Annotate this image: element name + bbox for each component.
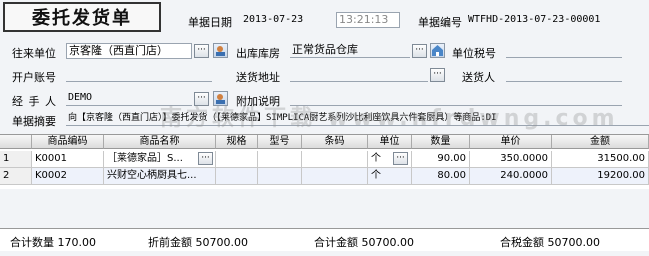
watermark: 南方软件下载 www.nfrdwng.com: [160, 106, 619, 131]
cell-model[interactable]: [258, 168, 302, 185]
cell-amount[interactable]: 31500.00: [552, 151, 649, 168]
total-qty: 合计数量 170.00: [10, 236, 96, 249]
warehouse-browse-button[interactable]: ···: [412, 44, 427, 58]
partner-browse-button[interactable]: ···: [194, 44, 209, 58]
cell-spec[interactable]: [216, 168, 258, 185]
cell-amount[interactable]: 19200.00: [552, 168, 649, 185]
total-amount: 合计金额 50700.00: [314, 236, 414, 249]
cell-price[interactable]: 350.0000: [470, 151, 552, 168]
grid-header-model[interactable]: 型号: [258, 135, 302, 149]
address-browse-button[interactable]: ···: [430, 68, 445, 82]
doc-no-value: WTFHD-2013-07-23-00001: [468, 14, 601, 25]
total-discount: 折前金额 50700.00: [148, 236, 248, 249]
address-label: 送货地址: [236, 71, 280, 84]
grid-header-qty[interactable]: 数量: [412, 135, 470, 149]
address-field[interactable]: [290, 66, 428, 82]
cell-code[interactable]: K0001: [32, 151, 104, 168]
partner-field[interactable]: 京客隆（西直门店）: [66, 43, 192, 59]
totals-bar: 合计数量 170.00 折前金额 50700.00 合计金额 50700.00 …: [0, 228, 649, 251]
warehouse-label: 出库库房: [236, 47, 280, 60]
cell-code[interactable]: K0002: [32, 168, 104, 185]
grid-header-unit[interactable]: 单位: [368, 135, 412, 149]
partner-lookup-icon[interactable]: [213, 43, 228, 58]
cell-unit[interactable]: 个: [368, 168, 412, 185]
handler-label: 经 手 人: [12, 95, 57, 108]
grid-header-index: [0, 135, 32, 149]
cell-name[interactable]: 兴财空心柄厨具七...: [104, 168, 216, 185]
unit-browse-button[interactable]: ···: [393, 152, 408, 165]
grid-header-spec[interactable]: 规格: [216, 135, 258, 149]
shipper-label: 送货人: [462, 71, 495, 84]
grid-header-code[interactable]: 商品编码: [32, 135, 104, 149]
doc-no-label: 单据编号: [418, 16, 462, 29]
shipper-field[interactable]: [506, 66, 622, 82]
grid-header-barcode[interactable]: 条码: [302, 135, 368, 149]
cell-barcode[interactable]: [302, 151, 368, 168]
form-title: 委托发货单: [3, 2, 161, 32]
total-tax-amount: 合税金额 50700.00: [500, 236, 600, 249]
items-grid: 商品编码 商品名称 规格 型号 条码 单位 数量 单价 金额 1 K0001 ［…: [0, 134, 649, 189]
tax-no-label: 单位税号: [452, 47, 496, 60]
account-field[interactable]: [66, 66, 212, 82]
date-label: 单据日期: [188, 16, 232, 29]
cell-price[interactable]: 240.0000: [470, 168, 552, 185]
name-browse-button[interactable]: ···: [198, 152, 213, 165]
partner-label: 往来单位: [12, 47, 56, 60]
row-index: 1: [0, 151, 32, 168]
cell-model[interactable]: [258, 151, 302, 168]
cell-spec[interactable]: [216, 151, 258, 168]
account-label: 开户账号: [12, 71, 56, 84]
tax-no-field[interactable]: [506, 42, 622, 58]
cell-barcode[interactable]: [302, 168, 368, 185]
warehouse-field[interactable]: 正常货品仓库: [290, 42, 410, 58]
grid-header-price[interactable]: 单价: [470, 135, 552, 149]
summary-label: 单据摘要: [12, 115, 56, 128]
row-index: 2: [0, 168, 32, 185]
grid-header-amount[interactable]: 金额: [552, 135, 649, 149]
cell-qty[interactable]: 80.00: [412, 168, 470, 185]
grid-header-name[interactable]: 商品名称: [104, 135, 216, 149]
warehouse-lookup-icon[interactable]: [430, 43, 445, 58]
cell-qty[interactable]: 90.00: [412, 151, 470, 168]
time-field: 13:21:13: [336, 12, 400, 28]
date-value[interactable]: 2013-07-23: [243, 14, 303, 25]
